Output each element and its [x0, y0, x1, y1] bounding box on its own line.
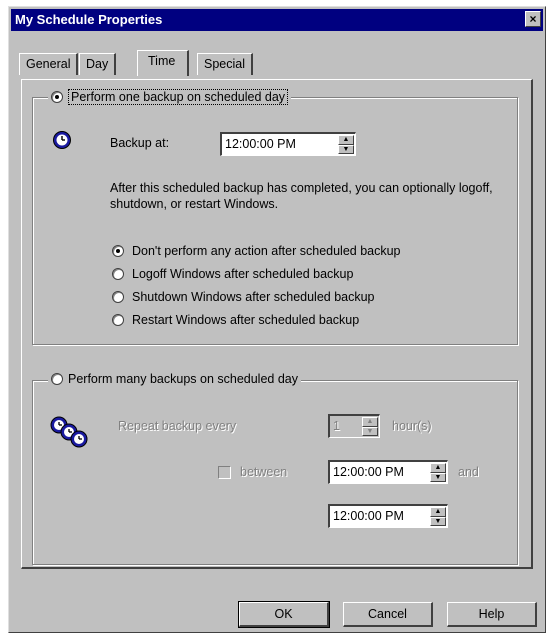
between-end-spinner[interactable]: ▲ ▼ [430, 507, 446, 526]
multiple-clocks-icon [50, 416, 90, 448]
dialog-window: My Schedule Properties × General Day Tim… [8, 6, 546, 633]
action-none-radio[interactable] [112, 245, 124, 257]
help-button[interactable]: Help [447, 602, 537, 627]
close-icon: × [529, 12, 537, 26]
many-backups-option[interactable]: Perform many backups on scheduled day [48, 372, 301, 386]
backup-at-spinner[interactable]: ▲ ▼ [338, 135, 354, 154]
action-none-option[interactable]: Don't perform any action after scheduled… [112, 244, 401, 258]
and-label: and [458, 465, 479, 479]
spin-up-icon[interactable]: ▲ [430, 507, 446, 517]
between-start-time-value: 12:00:00 PM [333, 465, 404, 479]
time-tab-panel: Perform one backup on scheduled day Back… [21, 79, 533, 569]
many-backups-label: Perform many backups on scheduled day [68, 372, 298, 386]
between-end-time-field[interactable]: 12:00:00 PM ▲ ▼ [328, 504, 448, 528]
spin-up-icon[interactable]: ▲ [338, 135, 354, 145]
repeat-backup-label: Repeat backup every [118, 419, 237, 433]
repeat-hours-spinner[interactable]: ▲ ▼ [362, 417, 378, 436]
between-start-spinner[interactable]: ▲ ▼ [430, 463, 446, 482]
close-button[interactable]: × [525, 11, 541, 27]
spin-up-icon[interactable]: ▲ [430, 463, 446, 473]
spin-down-icon[interactable]: ▼ [362, 426, 378, 436]
tab-day[interactable]: Day [79, 53, 117, 75]
between-end-time-value: 12:00:00 PM [333, 509, 404, 523]
backup-at-time-field[interactable]: 12:00:00 PM ▲ ▼ [220, 132, 356, 156]
action-shutdown-label: Shutdown Windows after scheduled backup [132, 290, 375, 304]
tab-general[interactable]: General [19, 53, 79, 75]
tab-special-label: Special [204, 57, 245, 71]
spin-up-icon[interactable]: ▲ [362, 417, 378, 427]
between-start-time-field[interactable]: 12:00:00 PM ▲ ▼ [328, 460, 448, 484]
cancel-label: Cancel [368, 607, 407, 621]
clock-icon [52, 130, 72, 150]
action-restart-label: Restart Windows after scheduled backup [132, 313, 360, 327]
ok-button[interactable]: OK [238, 601, 330, 628]
between-label: between [240, 465, 288, 479]
cancel-button[interactable]: Cancel [343, 602, 433, 627]
action-shutdown-radio[interactable] [112, 291, 124, 303]
tab-general-label: General [26, 57, 71, 71]
action-logoff-option[interactable]: Logoff Windows after scheduled backup [112, 267, 353, 281]
one-backup-radio[interactable] [51, 91, 63, 103]
hours-unit-label: hour(s) [392, 419, 432, 433]
action-logoff-radio[interactable] [112, 268, 124, 280]
action-restart-radio[interactable] [112, 314, 124, 326]
tab-special[interactable]: Special [197, 53, 253, 75]
repeat-hours-field[interactable]: 1 ▲ ▼ [328, 414, 380, 438]
action-restart-option[interactable]: Restart Windows after scheduled backup [112, 313, 359, 327]
title-bar[interactable]: My Schedule Properties × [11, 9, 543, 31]
tab-time-label: Time [148, 54, 176, 68]
action-logoff-label: Logoff Windows after scheduled backup [132, 267, 354, 281]
repeat-hours-value: 1 [333, 419, 340, 433]
action-shutdown-option[interactable]: Shutdown Windows after scheduled backup [112, 290, 375, 304]
tab-day-label: Day [86, 57, 109, 71]
after-backup-description: After this scheduled backup has complete… [110, 181, 493, 211]
spin-down-icon[interactable]: ▼ [430, 472, 446, 482]
many-backups-radio[interactable] [51, 373, 63, 385]
spin-down-icon[interactable]: ▼ [430, 516, 446, 526]
one-backup-option[interactable]: Perform one backup on scheduled day [48, 89, 292, 105]
window-title: My Schedule Properties [15, 12, 163, 27]
backup-at-label: Backup at: [110, 136, 170, 150]
tab-time[interactable]: Time [137, 50, 190, 76]
one-backup-label: Perform one backup on scheduled day [68, 89, 289, 105]
backup-at-time-value: 12:00:00 PM [225, 137, 296, 151]
ok-label: OK [274, 607, 293, 621]
action-none-label: Don't perform any action after scheduled… [132, 244, 401, 258]
between-checkbox[interactable] [218, 466, 231, 479]
spin-down-icon[interactable]: ▼ [338, 144, 354, 154]
help-label: Help [478, 607, 505, 621]
